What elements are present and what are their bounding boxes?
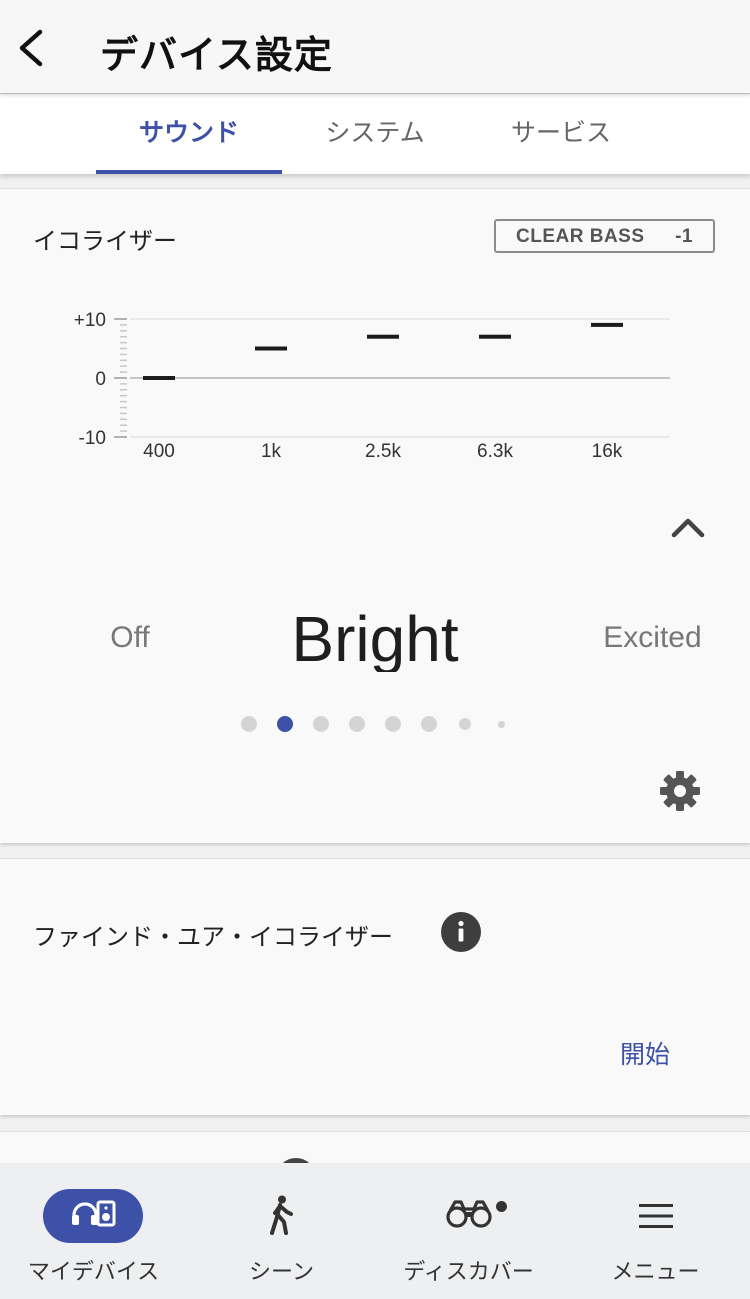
nav-item-menu[interactable]: メニュー: [562, 1163, 749, 1299]
x-tick-label: 2.5k: [365, 441, 401, 462]
y-tick-label: 0: [95, 369, 106, 390]
nav-item-discover[interactable]: ディスカバー: [375, 1163, 562, 1299]
tab-bar: サウンド システム サービス: [0, 94, 750, 174]
walking-person-icon: [270, 1195, 293, 1235]
nav-item-my-device[interactable]: マイデバイス: [0, 1163, 187, 1299]
nav-label: メニュー: [611, 1260, 700, 1285]
preset-page-indicator: [0, 709, 750, 739]
equalizer-title: イコライザー: [33, 227, 177, 255]
headphones-speaker-icon: [72, 1200, 116, 1227]
eq-band-level: [479, 334, 511, 339]
tab-sound[interactable]: サウンド: [96, 94, 282, 174]
clear-bass-value: -1: [675, 226, 693, 247]
start-button[interactable]: 開始: [600, 1035, 690, 1071]
chevron-up-icon[interactable]: [668, 511, 708, 541]
page-dot: [241, 716, 257, 732]
binoculars-icon: [446, 1200, 492, 1228]
gear-icon[interactable]: [658, 769, 702, 813]
eq-band-level: [255, 346, 287, 351]
tab-system[interactable]: システム: [282, 94, 468, 174]
y-tick-label: -10: [79, 428, 106, 449]
find-your-equalizer-card: ファインド・ユア・イコライザー 開始: [0, 858, 750, 1115]
find-your-equalizer-title: ファインド・ユア・イコライザー: [33, 923, 393, 951]
page-dot: [349, 716, 365, 732]
x-tick-label: 16k: [592, 441, 623, 462]
preset-next[interactable]: Excited: [590, 621, 715, 655]
nav-item-scene[interactable]: シーン: [188, 1163, 375, 1299]
bottom-navigation: マイデバイス シーン ディスカバー メニュー: [0, 1163, 750, 1299]
page-dot: [313, 716, 329, 732]
nav-label: シーン: [249, 1260, 314, 1285]
eq-band-level: [591, 322, 623, 327]
page-dot: [421, 716, 437, 732]
info-icon[interactable]: [441, 912, 481, 952]
chevron-left-icon[interactable]: [12, 26, 52, 70]
clear-bass-label: CLEAR BASS: [516, 226, 645, 247]
notification-badge: [496, 1201, 507, 1212]
page-dot: [459, 718, 471, 730]
x-tick-label: 400: [143, 441, 175, 462]
preset-current: Bright: [291, 603, 459, 672]
preset-previous[interactable]: Off: [80, 621, 180, 655]
x-tick-label: 6.3k: [477, 441, 513, 462]
eq-band-level: [143, 376, 175, 380]
nav-label: ディスカバー: [403, 1260, 534, 1285]
clear-bass-badge[interactable]: CLEAR BASS -1: [494, 219, 715, 253]
page-dot: [497, 720, 505, 728]
eq-band-level: [367, 334, 399, 339]
hamburger-menu-icon: [639, 1204, 673, 1228]
equalizer-card: イコライザー CLEAR BASS -1 +10 0 -10 400 1k 2.5k 6.3…: [0, 188, 750, 843]
page-dot-active: [277, 716, 293, 732]
nav-label: マイデバイス: [27, 1260, 160, 1285]
equalizer-chart[interactable]: +10 0 -10 400 1k 2.5k 6.3k 16k: [0, 289, 750, 479]
page-title: デバイス設定: [100, 33, 333, 77]
x-tick-label: 1k: [261, 441, 282, 462]
y-tick-label: +10: [74, 310, 106, 331]
page-dot: [385, 716, 401, 732]
app-header: デバイス設定: [0, 0, 750, 94]
tab-service[interactable]: サービス: [468, 94, 654, 174]
